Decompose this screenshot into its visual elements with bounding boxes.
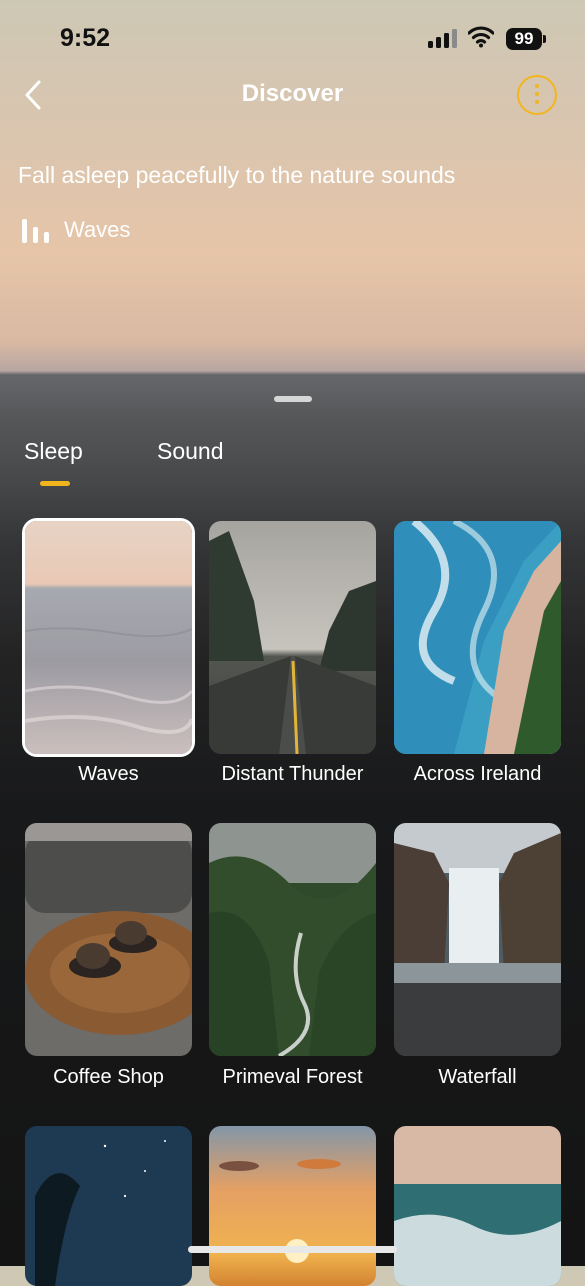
sound-label: Primeval Forest bbox=[222, 1066, 363, 1088]
waterfall-thumbnail bbox=[394, 823, 561, 1056]
battery-icon: 99 bbox=[506, 28, 546, 50]
status-bar: 9:52 99 bbox=[0, 0, 585, 76]
home-indicator[interactable] bbox=[188, 1246, 397, 1253]
sheet-drag-handle[interactable] bbox=[274, 396, 312, 402]
hero-subtitle: Fall asleep peacefully to the nature sou… bbox=[18, 162, 456, 188]
ocean-thumbnail bbox=[394, 1126, 561, 1286]
sound-card-coffee-shop[interactable] bbox=[25, 823, 192, 1056]
status-time: 9:52 bbox=[60, 24, 111, 52]
sunset-thumbnail bbox=[209, 1126, 376, 1286]
sound-label: Waterfall bbox=[438, 1066, 517, 1088]
now-playing-label: Waves bbox=[64, 217, 131, 242]
wifi-icon bbox=[468, 26, 494, 48]
sound-label: Waves bbox=[78, 763, 139, 785]
sound-card-ocean[interactable] bbox=[394, 1126, 561, 1286]
sound-card-distant-thunder[interactable] bbox=[209, 521, 376, 754]
tab-sleep[interactable]: Sleep bbox=[24, 438, 83, 465]
sound-label: Coffee Shop bbox=[53, 1066, 164, 1088]
sound-card-across-ireland[interactable] bbox=[394, 521, 561, 754]
sound-card-waves[interactable] bbox=[25, 521, 192, 754]
sound-card-sunset[interactable] bbox=[209, 1126, 376, 1286]
sound-card-waterfall[interactable] bbox=[394, 823, 561, 1056]
across-ireland-thumbnail bbox=[394, 521, 561, 754]
sound-card-night-sky[interactable] bbox=[25, 1126, 192, 1286]
active-tab-indicator bbox=[40, 481, 70, 486]
night-sky-thumbnail bbox=[25, 1126, 192, 1286]
more-options-button[interactable] bbox=[517, 75, 557, 115]
page-title: Discover bbox=[241, 80, 344, 107]
sound-label: Distant Thunder bbox=[221, 763, 364, 785]
equalizer-bars-icon bbox=[22, 217, 52, 243]
sound-card-primeval-forest[interactable] bbox=[209, 823, 376, 1056]
category-tabs: Sleep Sound bbox=[0, 438, 585, 488]
more-dots-icon bbox=[535, 84, 539, 88]
now-playing[interactable]: Waves bbox=[22, 216, 130, 244]
waves-thumbnail bbox=[25, 521, 192, 754]
cellular-signal-icon bbox=[428, 28, 458, 48]
primeval-forest-thumbnail bbox=[209, 823, 376, 1056]
distant-thunder-thumbnail bbox=[209, 521, 376, 754]
sound-label: Across Ireland bbox=[413, 763, 542, 785]
coffee-shop-thumbnail bbox=[25, 823, 192, 1056]
tab-sound[interactable]: Sound bbox=[157, 438, 224, 465]
